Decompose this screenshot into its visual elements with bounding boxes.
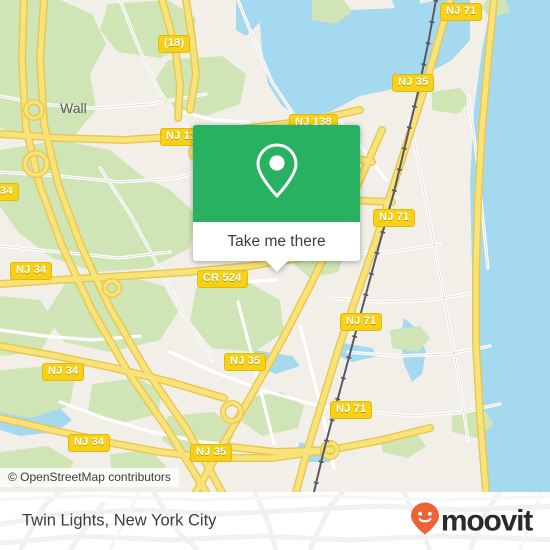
road-shield: NJ 71 [330,401,373,419]
moovit-logo[interactable]: moovit [410,502,533,541]
road-shield: CR 524 [197,270,248,288]
road-shield: NJ 34 [10,262,53,280]
road-shield: (18) [158,35,191,53]
road-shield: NJ 35 [392,74,435,92]
page-title: Twin Lights, New York City [22,511,217,530]
popup-action-panel[interactable]: Take me there [193,222,360,261]
moovit-wordmark: moovit [440,504,533,537]
road-shield: NJ 71 [340,313,383,331]
map-screenshot: Wall (18) NJ 138 NJ 138 NJ 71 NJ 35 NJ 7… [0,0,550,550]
map-popup-card[interactable]: Take me there [193,125,360,272]
osm-attribution[interactable]: © OpenStreetMap contributors [0,468,179,487]
road-shield: NJ 35 [224,353,267,371]
road-shield: NJ 35 [190,444,233,462]
road-shield: 34 [0,183,19,201]
bottom-info-bar: Twin Lights, New York City moovit [0,492,550,550]
popup-tail [265,261,288,272]
road-shield: NJ 71 [440,3,483,21]
map-canvas[interactable]: Wall (18) NJ 138 NJ 138 NJ 71 NJ 35 NJ 7… [0,0,550,492]
road-shield: NJ 71 [373,209,416,227]
road-shield: NJ 34 [42,363,85,381]
road-shield: NJ 34 [68,434,111,452]
popup-pin-panel [193,125,360,222]
map-pin-icon [254,142,300,205]
take-me-there-label: Take me there [227,232,326,250]
moovit-pin-smiley-icon [410,502,440,541]
map-place-label-wall: Wall [60,100,87,116]
